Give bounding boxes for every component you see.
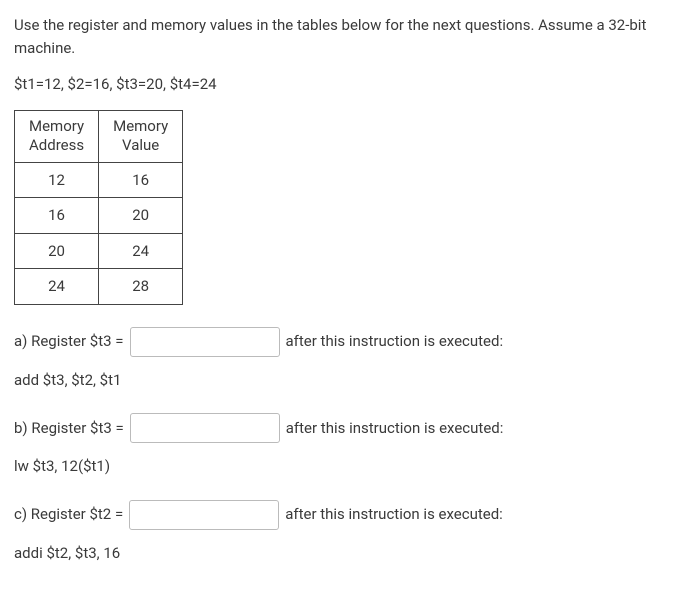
register-values: $t1=12, $2=16, $t3=20, $t4=24	[14, 73, 685, 96]
table-row: 12 16	[15, 162, 183, 198]
table-row: 24 28	[15, 269, 183, 305]
question-a-suffix: after this instruction is executed:	[286, 330, 504, 353]
answer-input-c[interactable]	[129, 500, 279, 530]
instruction-c: addi $t2, $t3, 16	[14, 542, 685, 565]
table-row: 16 20	[15, 198, 183, 234]
question-c: c) Register $t2 = after this instruction…	[14, 500, 685, 565]
instruction-a: add $t3, $t2, $t1	[14, 369, 685, 392]
question-b: b) Register $t3 = after this instruction…	[14, 413, 685, 478]
question-b-prefix: b) Register $t3 =	[14, 417, 124, 440]
question-a-prefix: a) Register $t3 =	[14, 330, 124, 353]
memory-table: Memory Address Memory Value 12 16 16 20 …	[14, 110, 183, 305]
answer-input-b[interactable]	[130, 413, 280, 443]
instruction-b: lw $t3, 12($t1)	[14, 455, 685, 478]
question-c-prefix: c) Register $t2 =	[14, 503, 123, 526]
header-address: Memory Address	[15, 110, 99, 162]
table-row: 20 24	[15, 233, 183, 269]
question-a: a) Register $t3 = after this instruction…	[14, 327, 685, 392]
intro-text: Use the register and memory values in th…	[14, 14, 685, 59]
question-c-suffix: after this instruction is executed:	[285, 503, 503, 526]
question-b-suffix: after this instruction is executed:	[286, 417, 504, 440]
header-value: Memory Value	[99, 110, 183, 162]
answer-input-a[interactable]	[130, 327, 280, 357]
